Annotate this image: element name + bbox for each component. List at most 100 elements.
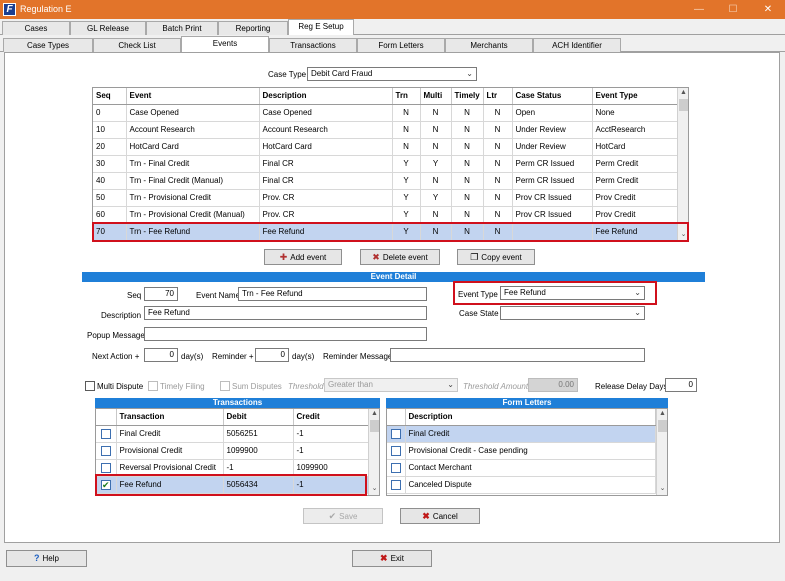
column-header[interactable]: Event <box>126 88 260 105</box>
scroll-down-icon[interactable]: ⌄ <box>657 484 667 495</box>
close-icon[interactable]: ✕ <box>751 0 785 19</box>
form-letters-scrollbar[interactable]: ▲ ⌄ <box>656 409 667 495</box>
table-row[interactable]: Provisional Credit 1099900 -1 <box>96 442 370 460</box>
form-letter-checkbox[interactable] <box>390 445 401 456</box>
exit-button[interactable]: ✖ Exit <box>352 550 432 567</box>
column-header[interactable]: Case Status <box>512 88 593 105</box>
tab-reporting[interactable]: Reporting <box>218 21 288 35</box>
scroll-thumb[interactable] <box>679 99 688 111</box>
tab-gl-release[interactable]: GL Release <box>70 21 146 35</box>
column-header[interactable]: Trn <box>392 88 421 105</box>
cancel-button[interactable]: ✖ Cancel <box>400 508 480 524</box>
add-event-button[interactable]: ✚ Add event <box>264 249 342 265</box>
table-row[interactable]: 60 Trn - Provisional Credit (Manual) Prov.… <box>93 206 679 224</box>
case-type-select[interactable]: Debit Card Fraud ⌄ <box>307 67 477 81</box>
table-row[interactable]: 10 Account Research Account Research N N N N Un… <box>93 121 679 139</box>
sum-disputes-checkbox[interactable] <box>220 381 230 391</box>
scroll-thumb[interactable] <box>658 420 667 432</box>
tab-reg-e-setup[interactable]: Reg E Setup <box>288 19 354 35</box>
scroll-thumb[interactable] <box>370 420 379 432</box>
tab-cases[interactable]: Cases <box>2 21 70 35</box>
threshold-amount-field[interactable]: 0.00 <box>528 378 578 392</box>
multi-dispute-checkbox[interactable] <box>85 381 95 391</box>
table-row[interactable]: Final Credit <box>387 425 656 443</box>
column-header[interactable]: Multi <box>420 88 452 105</box>
column-header[interactable]: Description <box>405 409 656 426</box>
threshold-select[interactable]: Greater than ⌄ <box>324 378 458 392</box>
table-row[interactable]: Provisional Credit - Case pending <box>387 442 656 460</box>
tab-merchants[interactable]: Merchants <box>445 38 533 52</box>
form-letters-header: Form Letters <box>386 398 668 408</box>
table-row[interactable]: Canceled Dispute <box>387 476 656 494</box>
reminder-field[interactable]: 0 <box>255 348 289 362</box>
next-action-field[interactable]: 0 <box>144 348 178 362</box>
delete-event-button[interactable]: ✖ Delete event <box>360 249 440 265</box>
tab-check-list[interactable]: Check List <box>93 38 181 52</box>
seq-field[interactable]: 70 <box>144 287 178 301</box>
table-row[interactable]: 0 Case Opened Case Opened N N N N Open None <box>93 104 679 122</box>
transaction-checkbox[interactable] <box>100 445 111 456</box>
copy-event-button[interactable]: ❐ Copy event <box>457 249 535 265</box>
table-row[interactable]: ✔ Fee Refund 5056434 -1 <box>96 476 370 494</box>
column-header[interactable]: Credit <box>293 409 370 426</box>
events-scrollbar[interactable]: ▲ ⌄ <box>677 88 688 241</box>
case-state-select[interactable]: ⌄ <box>500 306 645 320</box>
table-cell: N <box>420 104 452 122</box>
transaction-checkbox[interactable] <box>100 462 111 473</box>
column-header[interactable]: Seq <box>93 88 127 105</box>
tab-form-letters[interactable]: Form Letters <box>357 38 445 52</box>
transaction-checkbox[interactable]: ✔ <box>100 479 111 490</box>
event-type-select[interactable]: Fee Refund ⌄ <box>500 286 645 300</box>
reminder-message-field[interactable] <box>390 348 645 362</box>
save-button[interactable]: ✔ Save <box>303 508 383 524</box>
column-header[interactable]: Transaction <box>116 409 224 426</box>
app-logo-icon: F <box>3 3 16 16</box>
transactions-scrollbar[interactable]: ▲ ⌄ <box>368 409 379 495</box>
scroll-down-icon[interactable]: ⌄ <box>369 484 379 495</box>
maximize-icon[interactable]: ☐ <box>716 0 750 19</box>
tab-case-types[interactable]: Case Types <box>3 38 93 52</box>
table-row[interactable]: Final Credit 5056251 -1 <box>96 425 370 443</box>
scroll-up-icon[interactable]: ▲ <box>657 409 667 420</box>
description-field[interactable]: Fee Refund <box>144 306 427 320</box>
table-row[interactable]: 70 Trn - Fee Refund Fee Refund Y N N N Fee Refu… <box>93 223 679 241</box>
form-letter-checkbox[interactable] <box>390 479 401 490</box>
table-cell: N <box>420 223 452 241</box>
seq-label: Seq <box>127 291 142 300</box>
help-label: Help <box>42 554 59 563</box>
table-cell: 1099900 <box>223 442 294 460</box>
column-header[interactable]: Timely <box>451 88 484 105</box>
popup-message-field[interactable] <box>144 327 427 341</box>
help-button[interactable]: ? Help <box>6 550 87 567</box>
table-cell: N <box>451 104 484 122</box>
column-header[interactable]: Description <box>259 88 393 105</box>
transactions-grid[interactable]: Transaction Debit Credit Final Credit 50562… <box>95 408 380 496</box>
scroll-down-icon[interactable]: ⌄ <box>678 230 688 241</box>
table-cell: N <box>451 121 484 139</box>
column-header[interactable]: Event Type <box>592 88 679 105</box>
form-letters-grid[interactable]: Description Final Credit Provisional Cred… <box>386 408 668 496</box>
tab-batch-print[interactable]: Batch Print <box>146 21 218 35</box>
release-delay-field[interactable]: 0 <box>665 378 697 392</box>
tab-events[interactable]: Events <box>181 36 269 52</box>
table-row[interactable]: 30 Trn - Final Credit Final CR Y Y N N Perm CR … <box>93 155 679 173</box>
form-letter-checkbox[interactable] <box>390 462 401 473</box>
table-row[interactable]: 50 Trn - Provisional Credit Prov. CR Y Y N N Pr… <box>93 189 679 207</box>
tab-transactions[interactable]: Transactions <box>269 38 357 52</box>
column-header[interactable]: Debit <box>223 409 294 426</box>
scroll-up-icon[interactable]: ▲ <box>678 88 688 99</box>
column-header[interactable]: Ltr <box>483 88 513 105</box>
table-cell: 5056434 <box>223 476 294 494</box>
table-row[interactable]: Contact Merchant <box>387 459 656 477</box>
tab-ach-identifier[interactable]: ACH Identifier <box>533 38 621 52</box>
table-row[interactable]: 40 Trn - Final Credit (Manual) Final CR Y N N… <box>93 172 679 190</box>
table-row[interactable]: 20 HotCard Card HotCard Card N N N N Under Revi… <box>93 138 679 156</box>
scroll-up-icon[interactable]: ▲ <box>369 409 379 420</box>
minimize-icon[interactable]: — <box>682 0 716 19</box>
events-grid[interactable]: Seq Event Description Trn Multi Timely Ltr Case… <box>92 87 689 242</box>
form-letter-checkbox[interactable] <box>390 428 401 439</box>
table-row[interactable]: Reversal Provisional Credit -1 1099900 <box>96 459 370 477</box>
event-name-field[interactable]: Trn - Fee Refund <box>238 287 427 301</box>
timely-filing-checkbox[interactable] <box>148 381 158 391</box>
transaction-checkbox[interactable] <box>100 428 111 439</box>
